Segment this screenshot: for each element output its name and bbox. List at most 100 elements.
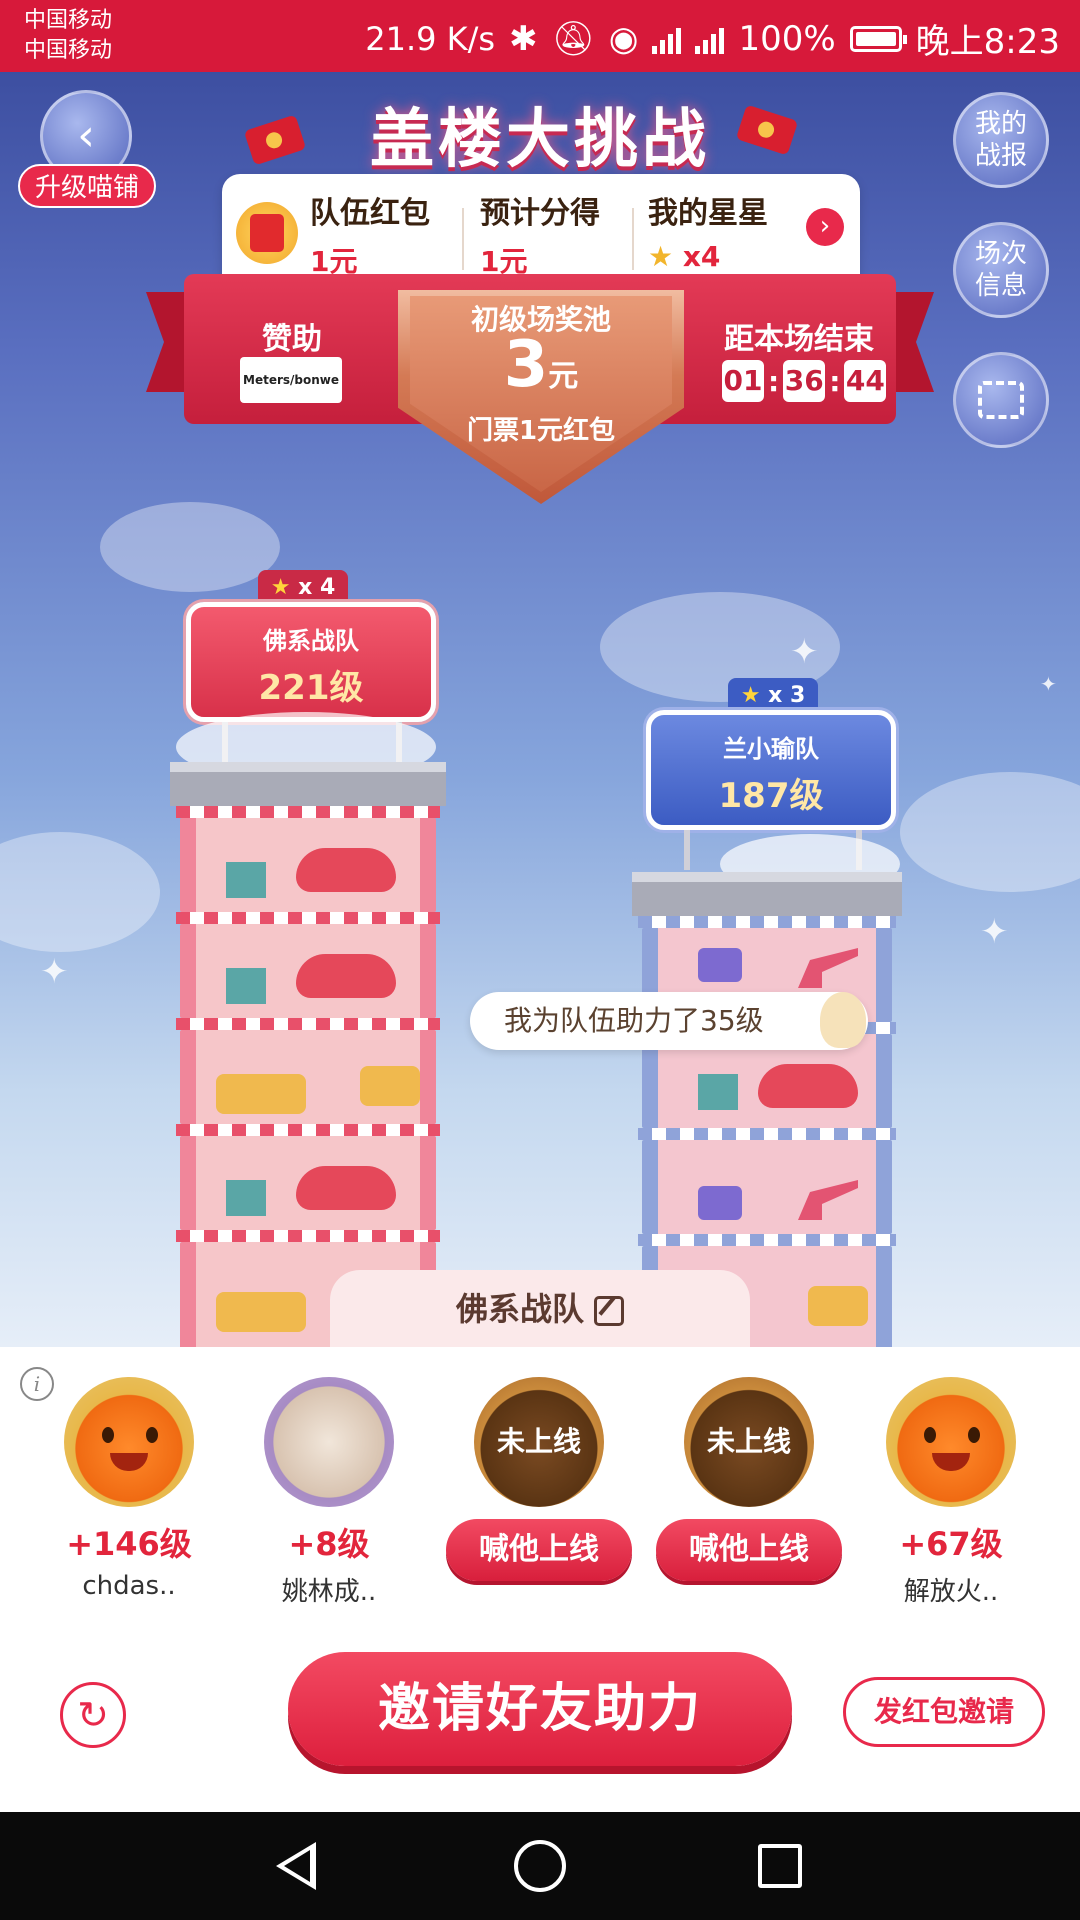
awning bbox=[638, 1128, 896, 1140]
tower-floor bbox=[180, 818, 436, 912]
signal-4g-icon bbox=[652, 24, 682, 54]
edit-icon[interactable] bbox=[594, 1296, 624, 1326]
tower-floor bbox=[642, 1140, 892, 1234]
right-tower-sign: 兰小瑜队 187级 bbox=[646, 710, 896, 830]
item bbox=[226, 968, 266, 1004]
awning bbox=[638, 1234, 896, 1246]
red-envelope-icon bbox=[243, 114, 307, 166]
member-card-offline: 未上线 喊他上线 bbox=[656, 1377, 842, 1581]
invite-friends-button[interactable]: 邀请好友助力 bbox=[288, 1652, 792, 1766]
lobster-item bbox=[758, 1064, 858, 1108]
avatar bbox=[886, 1377, 1016, 1507]
status-bar: 中国移动 中国移动 21.9 K/s ✱ 🔕︎ ◉ 100% 晚上8:23 bbox=[0, 0, 1080, 72]
scan-icon bbox=[978, 381, 1024, 419]
tower-roof bbox=[170, 762, 446, 806]
star-icon: ★ bbox=[740, 683, 761, 708]
right-tower-stars: ★ x 3 bbox=[728, 678, 818, 714]
sparkle-icon: ✦ bbox=[40, 952, 69, 992]
bag-item bbox=[698, 948, 742, 982]
arcade-item bbox=[216, 1074, 306, 1114]
team-name-tab[interactable]: 佛系战队 bbox=[330, 1270, 750, 1347]
prize-amount-unit: 元 bbox=[548, 359, 579, 394]
right-tower-level: 187级 bbox=[718, 776, 824, 816]
sparkle-icon: ✦ bbox=[1040, 672, 1057, 696]
game-scene: ✦ ✦ ✦ ✦ 盖楼大挑战 ‹ 升级喵铺 我的 战报 场次 信息 队伍红包 1元… bbox=[0, 72, 1080, 1347]
battery-icon bbox=[849, 25, 907, 52]
item bbox=[698, 1074, 738, 1110]
upgrade-shop-button[interactable]: 升级喵铺 bbox=[18, 164, 156, 208]
tower-floor bbox=[180, 1030, 436, 1124]
nav-recent-icon[interactable] bbox=[758, 1844, 802, 1888]
member-card[interactable]: +8级 姚林成.. bbox=[244, 1377, 414, 1608]
prize-amount-number: 3 bbox=[503, 328, 549, 402]
left-tower-sign: 佛系战队 221级 bbox=[186, 602, 436, 722]
stars-value: x4 bbox=[682, 240, 721, 273]
right-tower-team: 兰小瑜队 bbox=[723, 735, 819, 763]
session-info-label: 场次 信息 bbox=[974, 239, 1027, 301]
my-report-button[interactable]: 我的 战报 bbox=[953, 92, 1049, 188]
mute-icon: 🔕︎ bbox=[551, 18, 595, 59]
countdown-timer: 01: 36: 44 bbox=[722, 360, 887, 402]
shoe-item bbox=[798, 948, 858, 988]
awning bbox=[638, 916, 896, 928]
call-online-button[interactable]: 喊他上线 bbox=[446, 1519, 632, 1581]
divider bbox=[632, 208, 634, 270]
member-level-gain: +146级 bbox=[66, 1525, 192, 1563]
user-avatar bbox=[820, 992, 866, 1048]
shoe-item bbox=[798, 1180, 858, 1220]
sponsor-logo[interactable]: Meters/bonwe bbox=[240, 357, 342, 403]
chevron-left-icon: ‹ bbox=[77, 110, 95, 161]
bag-item bbox=[698, 1186, 742, 1220]
member-card[interactable]: +67级 解放火.. bbox=[866, 1377, 1036, 1608]
member-card[interactable]: +146级 chdas.. bbox=[44, 1377, 214, 1601]
help-speech-bubble: 我为队伍助力了35级 bbox=[470, 992, 868, 1050]
timer-seconds: 44 bbox=[844, 360, 887, 402]
redpack-invite-button[interactable]: 发红包邀请 bbox=[843, 1677, 1045, 1747]
status-icons: 21.9 K/s ✱ 🔕︎ ◉ 100% 晚上8:23 bbox=[365, 14, 1060, 63]
carrier-info: 中国移动 中国移动 bbox=[24, 6, 112, 66]
sparkle-icon: ✦ bbox=[980, 912, 1009, 952]
nav-back-icon[interactable] bbox=[276, 1842, 316, 1890]
left-tower-stars: ★ x 4 bbox=[258, 570, 348, 606]
chevron-right-icon[interactable]: › bbox=[806, 208, 844, 246]
stars-label: 我的星星 bbox=[648, 196, 768, 231]
tower-floor bbox=[180, 1136, 436, 1230]
item bbox=[226, 862, 266, 898]
carrier-2: 中国移动 bbox=[24, 38, 113, 63]
avatar bbox=[264, 1377, 394, 1507]
countdown-label: 距本场结束 bbox=[724, 322, 874, 357]
item bbox=[226, 1180, 266, 1216]
left-tower-level: 221级 bbox=[258, 668, 364, 708]
signal-2g-icon bbox=[695, 24, 725, 54]
refresh-button[interactable]: ↻ bbox=[60, 1682, 126, 1748]
my-report-label: 我的 战报 bbox=[974, 109, 1027, 171]
scan-button[interactable] bbox=[953, 352, 1049, 448]
member-card-offline: 未上线 喊他上线 bbox=[446, 1377, 632, 1581]
team-redpack: 队伍红包 1元 bbox=[310, 188, 430, 280]
awning bbox=[176, 1124, 440, 1136]
avatar bbox=[64, 1377, 194, 1507]
awning bbox=[176, 1230, 440, 1242]
tower-roof bbox=[632, 872, 902, 916]
member-name: chdas.. bbox=[82, 1571, 176, 1601]
nav-home-icon[interactable] bbox=[514, 1840, 566, 1892]
awning bbox=[176, 806, 440, 818]
system-nav-bar bbox=[0, 1812, 1080, 1920]
network-speed: 21.9 K/s bbox=[365, 19, 496, 58]
expected-share: 预计分得 1元 bbox=[480, 188, 600, 280]
member-name: 解放火.. bbox=[903, 1577, 999, 1607]
call-online-button[interactable]: 喊他上线 bbox=[656, 1519, 842, 1581]
team-redpack-label: 队伍红包 bbox=[310, 196, 430, 231]
timer-hours: 01 bbox=[722, 360, 764, 402]
team-name: 佛系战队 bbox=[455, 1290, 584, 1328]
toy-item bbox=[360, 1066, 420, 1106]
session-info-button[interactable]: 场次 信息 bbox=[953, 222, 1049, 318]
right-tower-stars-count: x 3 bbox=[768, 683, 806, 708]
lobster-item bbox=[296, 1166, 396, 1210]
sparkle-icon: ✦ bbox=[790, 632, 819, 672]
star-icon: ★ bbox=[648, 240, 674, 273]
offline-avatar: 未上线 bbox=[474, 1377, 604, 1507]
tower-floor bbox=[180, 924, 436, 1018]
timer-minutes: 36 bbox=[783, 360, 826, 402]
sponsor-label: 赞助 bbox=[262, 322, 322, 357]
